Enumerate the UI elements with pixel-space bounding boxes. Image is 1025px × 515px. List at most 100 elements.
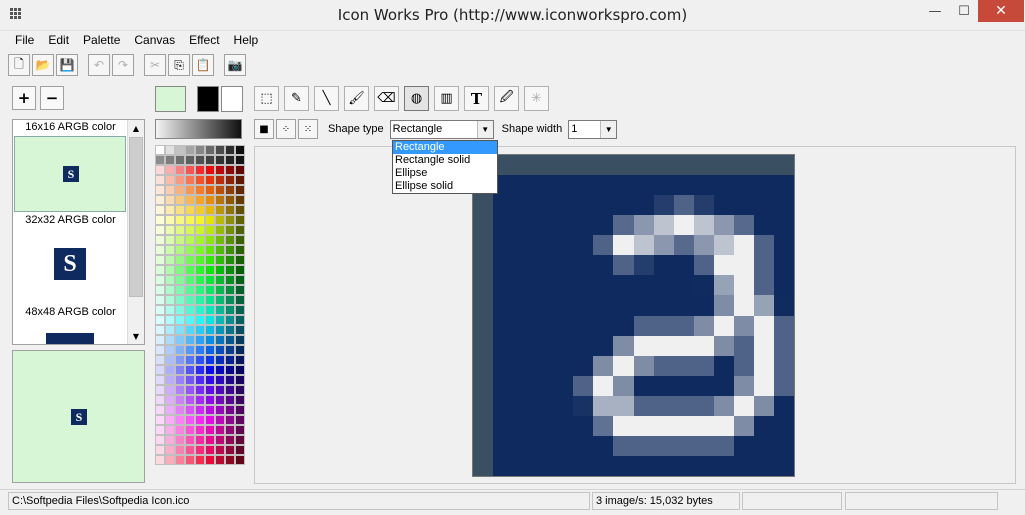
canvas-pixel[interactable] [713,415,734,436]
canvas-pixel[interactable] [513,155,534,176]
palette-swatch[interactable] [235,305,245,315]
palette-swatch[interactable] [235,315,245,325]
palette-swatch[interactable] [225,385,235,395]
palette-swatch[interactable] [175,445,185,455]
canvas-pixel[interactable] [473,455,494,476]
dropdown-option-ellipse-solid[interactable]: Ellipse solid [393,180,497,193]
palette-swatch[interactable] [205,375,215,385]
canvas-pixel[interactable] [473,195,494,216]
canvas-pixel[interactable] [753,355,774,376]
canvas-pixel[interactable] [733,215,754,236]
palette-swatch[interactable] [155,315,165,325]
canvas-pixel[interactable] [713,255,734,276]
canvas-pixel[interactable] [493,435,514,456]
canvas-pixel[interactable] [573,395,594,416]
canvas-pixel[interactable] [773,175,794,196]
palette-swatch[interactable] [155,365,165,375]
palette-swatch[interactable] [235,345,245,355]
canvas-pixel[interactable] [613,395,634,416]
canvas-pixel[interactable] [693,295,714,316]
palette-swatch[interactable] [185,445,195,455]
canvas-pixel[interactable] [713,355,734,376]
canvas-pixel[interactable] [553,315,574,336]
canvas-pixel[interactable] [553,215,574,236]
canvas-pixel[interactable] [673,255,694,276]
palette-swatch[interactable] [185,265,195,275]
canvas-pixel[interactable] [573,295,594,316]
magic-wand-icon[interactable]: ✳ [524,86,549,111]
list-item-16x16[interactable]: S [14,136,126,212]
palette-swatch[interactable] [175,335,185,345]
palette-swatch[interactable] [155,335,165,345]
palette-swatch[interactable] [235,255,245,265]
s-icon[interactable]: S [54,248,86,280]
canvas-pixel[interactable] [653,435,674,456]
canvas-pixel[interactable] [673,415,694,436]
palette-swatch[interactable] [225,415,235,425]
canvas-pixel[interactable] [573,195,594,216]
canvas-pixel[interactable] [613,275,634,296]
canvas-pixel[interactable] [593,395,614,416]
canvas-pixel[interactable] [693,335,714,356]
canvas-pixel[interactable] [613,435,634,456]
canvas-pixel[interactable] [733,395,754,416]
add-image-button[interactable]: + [12,86,36,110]
palette-swatch[interactable] [195,345,205,355]
canvas-pixel[interactable] [553,235,574,256]
palette-swatch[interactable] [165,155,175,165]
palette-swatch[interactable] [225,245,235,255]
canvas-pixel[interactable] [613,155,634,176]
canvas-pixel[interactable] [593,415,614,436]
palette-swatch[interactable] [155,155,165,165]
palette-swatch[interactable] [155,385,165,395]
canvas-pixel[interactable] [613,215,634,236]
canvas-pixel[interactable] [733,315,754,336]
canvas-pixel[interactable] [733,435,754,456]
palette-swatch[interactable] [225,255,235,265]
palette-swatch[interactable] [195,165,205,175]
palette-swatch[interactable] [195,445,205,455]
palette-swatch[interactable] [185,155,195,165]
background-color-swatch[interactable] [221,86,243,112]
scroll-up-icon[interactable]: ▲ [128,120,144,136]
palette-swatch[interactable] [155,245,165,255]
canvas-pixel[interactable] [613,295,634,316]
palette-swatch[interactable] [175,225,185,235]
canvas-pixel[interactable] [613,455,634,476]
palette-swatch[interactable] [205,145,215,155]
canvas-pixel[interactable] [533,355,554,376]
canvas-pixel[interactable] [633,335,654,356]
palette-swatch[interactable] [165,165,175,175]
canvas-pixel[interactable] [573,415,594,436]
canvas-pixel[interactable] [653,395,674,416]
canvas-pixel[interactable] [573,275,594,296]
rectangle-select-icon[interactable]: ⬚ [254,86,279,111]
palette-swatch[interactable] [195,295,205,305]
palette-swatch[interactable] [155,395,165,405]
palette-swatch[interactable] [225,155,235,165]
palette-swatch[interactable] [225,405,235,415]
canvas-pixel[interactable] [753,335,774,356]
palette-swatch[interactable] [225,215,235,225]
brush-icon[interactable]: 🖌 [344,86,369,111]
palette-swatch[interactable] [165,245,175,255]
scroll-thumb[interactable] [129,137,143,297]
palette-swatch[interactable] [215,435,225,445]
canvas-pixel[interactable] [773,355,794,376]
canvas-pixel[interactable] [473,235,494,256]
canvas-pixel[interactable] [733,415,754,436]
palette-swatch[interactable] [165,235,175,245]
canvas-pixel[interactable] [753,315,774,336]
palette-swatch[interactable] [225,365,235,375]
palette-swatch[interactable] [225,275,235,285]
palette-swatch[interactable] [165,325,175,335]
canvas-pixel[interactable] [653,415,674,436]
fill-style-cross-icon[interactable]: ⁙ [298,119,318,139]
canvas-pixel[interactable] [673,375,694,396]
palette-swatch[interactable] [155,285,165,295]
palette-swatch[interactable] [205,235,215,245]
palette-swatch[interactable] [205,385,215,395]
palette-swatch[interactable] [175,385,185,395]
canvas-pixel[interactable] [653,275,674,296]
canvas-pixel[interactable] [673,455,694,476]
